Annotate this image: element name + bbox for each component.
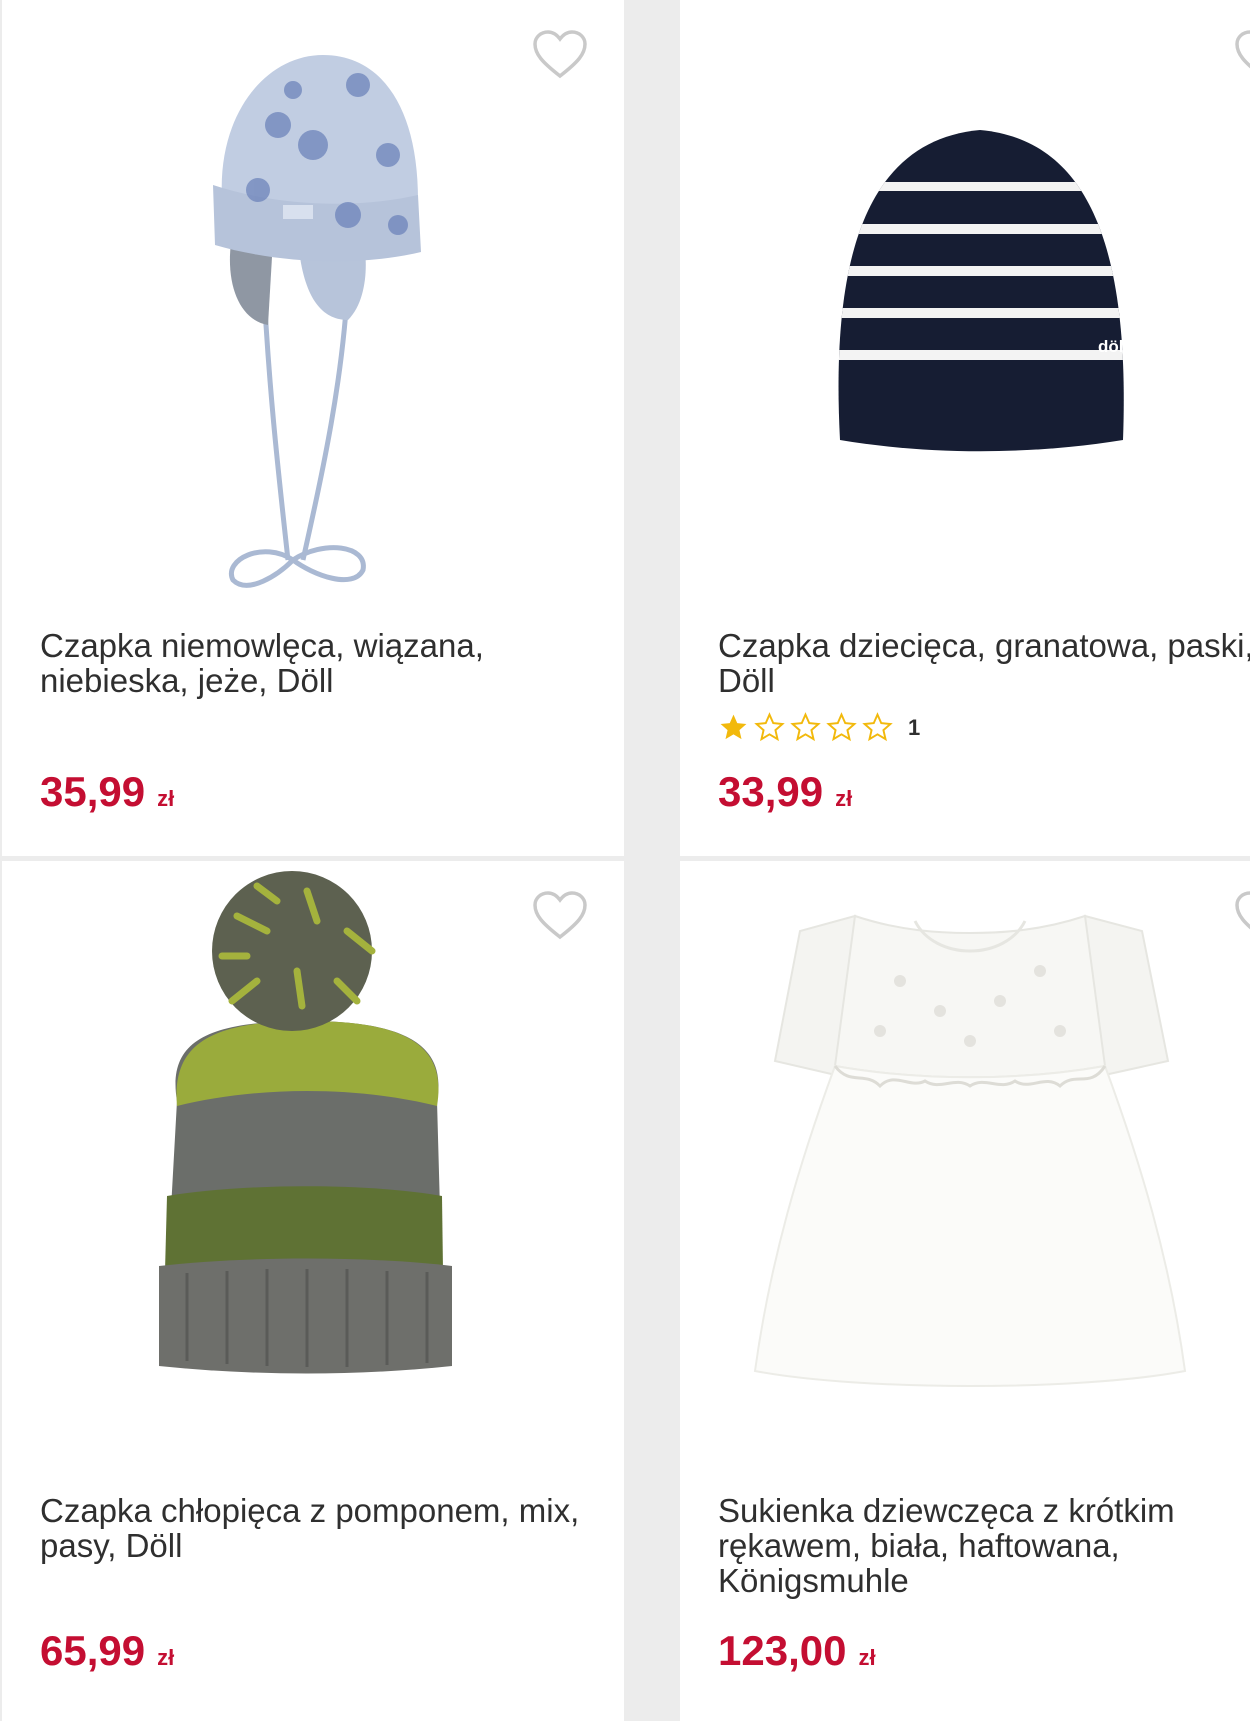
baby-hat-image: [213, 55, 421, 588]
price-currency: zł: [157, 1645, 175, 1670]
product-card[interactable]: Czapka niemowlęca, wiązana, niebieska, j…: [2, 0, 624, 856]
star-filled-icon: [720, 714, 747, 740]
striped-beanie-image: döll: [838, 130, 1128, 452]
star-empty-icon: [790, 712, 821, 742]
product-title[interactable]: Czapka chłopięca z pomponem, mix, pasy, …: [40, 1493, 580, 1563]
product-card[interactable]: Sukienka dziewczęca z krótkim rękawem, b…: [680, 861, 1250, 1721]
product-rating: 1: [718, 712, 920, 743]
product-card[interactable]: Czapka chłopięca z pomponem, mix, pasy, …: [2, 861, 624, 1721]
price-amount: 65,99: [40, 1627, 146, 1674]
brand-label: döll: [1098, 337, 1128, 356]
product-price: 65,99 zł: [40, 1627, 174, 1675]
white-dress-image: [753, 914, 1187, 1387]
product-price: 123,00 zł: [718, 1627, 876, 1675]
price-amount: 35,99: [40, 768, 146, 815]
product-title[interactable]: Sukienka dziewczęca z krótkim rękawem, b…: [718, 1493, 1250, 1598]
product-title[interactable]: Czapka niemowlęca, wiązana, niebieska, j…: [40, 628, 580, 698]
pompom-hat-image: [159, 871, 452, 1374]
price-currency: zł: [835, 786, 853, 811]
star-empty-icon: [826, 712, 857, 742]
star-empty-icon: [862, 712, 893, 742]
product-image[interactable]: döll: [680, 0, 1250, 600]
product-card[interactable]: döll Czapka dziecięca, granatowa, paski,…: [680, 0, 1250, 856]
product-image[interactable]: [2, 861, 624, 1461]
price-currency: zł: [858, 1645, 876, 1670]
price-amount: 123,00: [718, 1627, 847, 1674]
product-price: 35,99 zł: [40, 768, 174, 816]
product-image[interactable]: [2, 0, 624, 600]
product-image[interactable]: [680, 861, 1250, 1461]
product-title[interactable]: Czapka dziecięca, granatowa, paski, Döll: [718, 628, 1250, 698]
rating-count: 1: [908, 714, 921, 740]
price-currency: zł: [157, 786, 175, 811]
price-amount: 33,99: [718, 768, 824, 815]
star-empty-icon: [754, 712, 785, 742]
product-price: 33,99 zł: [718, 768, 852, 816]
